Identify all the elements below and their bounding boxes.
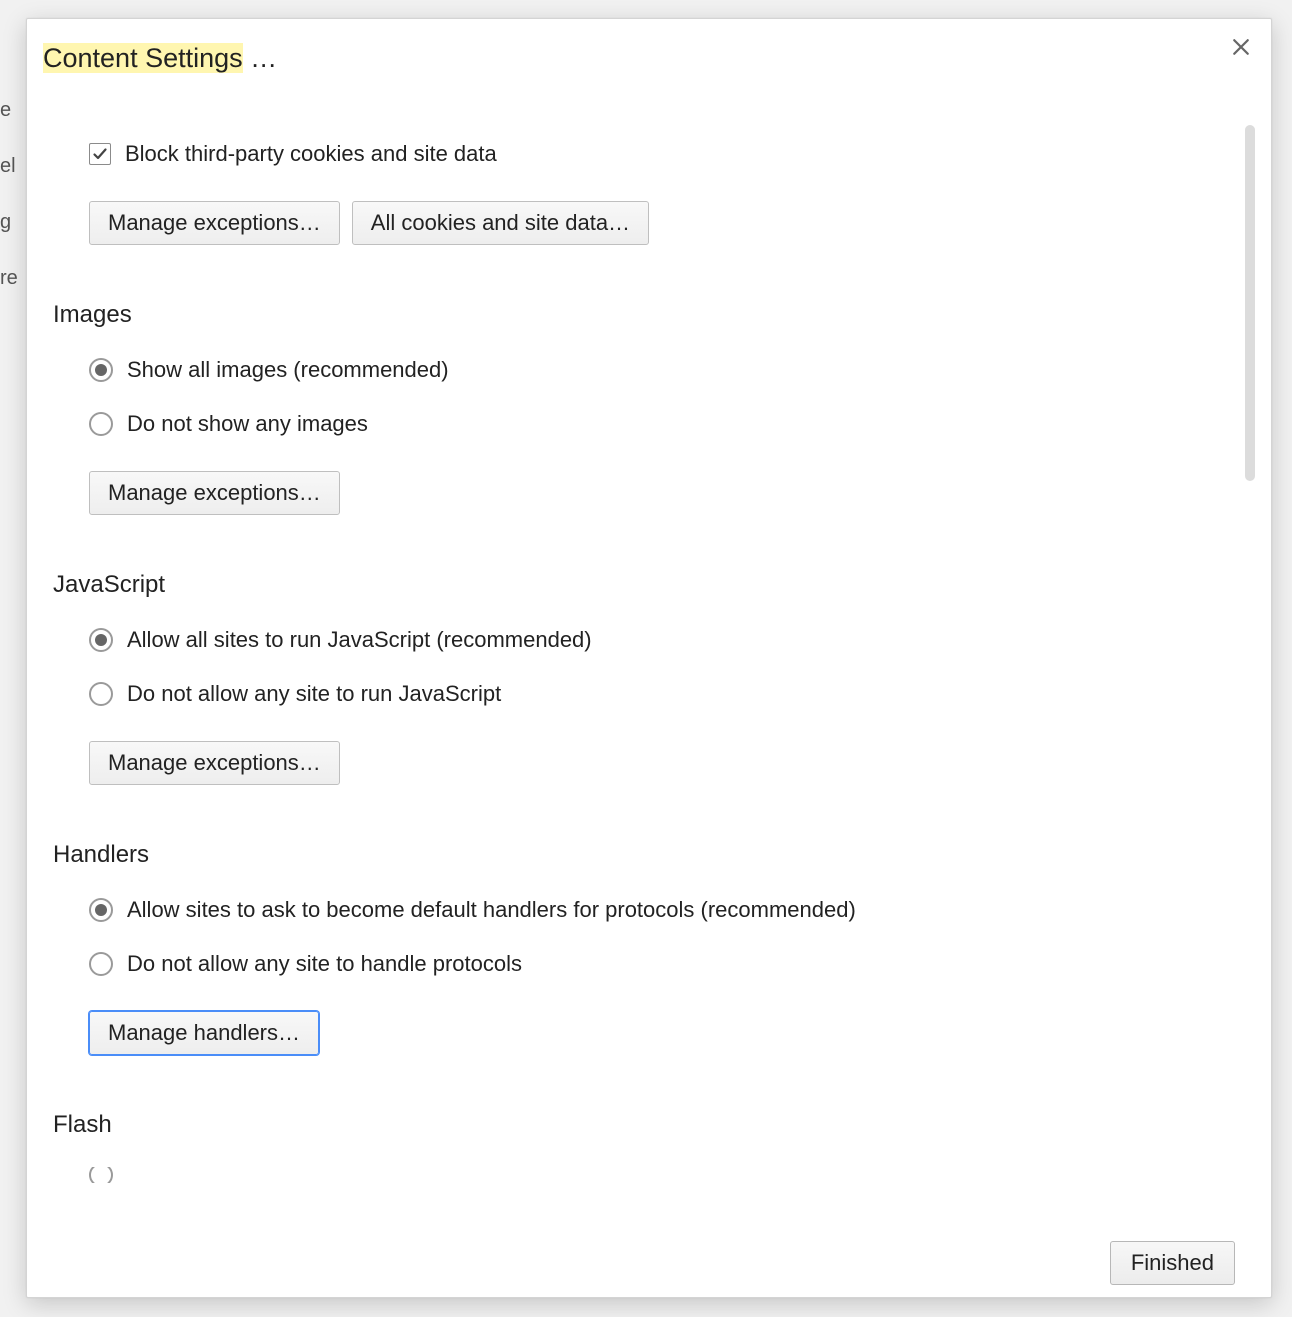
images-option-no-images[interactable]: Do not show any images bbox=[89, 411, 1239, 437]
radio-icon bbox=[89, 898, 113, 922]
images-button-row: Manage exceptions… bbox=[89, 471, 1239, 515]
radio-label: Allow all sites to run JavaScript (recom… bbox=[127, 627, 592, 653]
radio-label: Do not allow any site to handle protocol… bbox=[127, 951, 522, 977]
close-button[interactable] bbox=[1227, 33, 1255, 61]
bg-fragment: g bbox=[0, 212, 11, 232]
title-suffix: … bbox=[243, 43, 278, 73]
images-option-show-all[interactable]: Show all images (recommended) bbox=[89, 357, 1239, 383]
radio-icon bbox=[89, 1167, 113, 1183]
close-icon bbox=[1232, 38, 1250, 56]
page-background: e el g re Content Settings … Block third… bbox=[0, 0, 1292, 1317]
title-highlight: Content Settings bbox=[43, 43, 243, 73]
radio-icon bbox=[89, 412, 113, 436]
handlers-heading: Handlers bbox=[53, 841, 1239, 869]
images-manage-exceptions-button[interactable]: Manage exceptions… bbox=[89, 471, 340, 515]
javascript-heading: JavaScript bbox=[53, 571, 1239, 599]
js-option-allow[interactable]: Allow all sites to run JavaScript (recom… bbox=[89, 627, 1239, 653]
block-third-party-checkbox[interactable] bbox=[89, 143, 111, 165]
radio-label: Show all images (recommended) bbox=[127, 357, 449, 383]
handlers-button-row: Manage handlers… bbox=[89, 1011, 1239, 1055]
bg-fragment: re bbox=[0, 268, 18, 288]
modal-footer: Finished bbox=[27, 1227, 1271, 1297]
radio-icon bbox=[89, 952, 113, 976]
modal-body: Block third-party cookies and site data … bbox=[49, 97, 1259, 1219]
radio-icon bbox=[89, 628, 113, 652]
images-heading: Images bbox=[53, 301, 1239, 329]
cookies-button-row: Manage exceptions… All cookies and site … bbox=[89, 201, 1239, 245]
cookies-manage-exceptions-button[interactable]: Manage exceptions… bbox=[89, 201, 340, 245]
radio-label: Do not show any images bbox=[127, 411, 368, 437]
block-third-party-row: Block third-party cookies and site data bbox=[89, 141, 1239, 167]
bg-fragment: el bbox=[0, 156, 16, 176]
handlers-option-allow[interactable]: Allow sites to ask to become default han… bbox=[89, 897, 1239, 923]
handlers-option-block[interactable]: Do not allow any site to handle protocol… bbox=[89, 951, 1239, 977]
radio-icon bbox=[89, 682, 113, 706]
radio-label: Do not allow any site to run JavaScript bbox=[127, 681, 501, 707]
javascript-manage-exceptions-button[interactable]: Manage exceptions… bbox=[89, 741, 340, 785]
modal-title: Content Settings … bbox=[43, 43, 277, 74]
manage-handlers-button[interactable]: Manage handlers… bbox=[89, 1011, 319, 1055]
all-cookies-button[interactable]: All cookies and site data… bbox=[352, 201, 649, 245]
flash-option-truncated[interactable] bbox=[89, 1167, 1239, 1183]
radio-icon bbox=[89, 358, 113, 382]
js-option-block[interactable]: Do not allow any site to run JavaScript bbox=[89, 681, 1239, 707]
scrollbar-thumb[interactable] bbox=[1245, 125, 1255, 481]
finished-button[interactable]: Finished bbox=[1110, 1241, 1235, 1285]
content-settings-modal: Content Settings … Block third-party coo… bbox=[26, 18, 1272, 1298]
flash-heading: Flash bbox=[53, 1111, 1239, 1139]
javascript-button-row: Manage exceptions… bbox=[89, 741, 1239, 785]
bg-fragment: e bbox=[0, 100, 11, 120]
radio-label: Allow sites to ask to become default han… bbox=[127, 897, 856, 923]
checkmark-icon bbox=[92, 146, 108, 162]
block-third-party-label: Block third-party cookies and site data bbox=[125, 141, 497, 167]
